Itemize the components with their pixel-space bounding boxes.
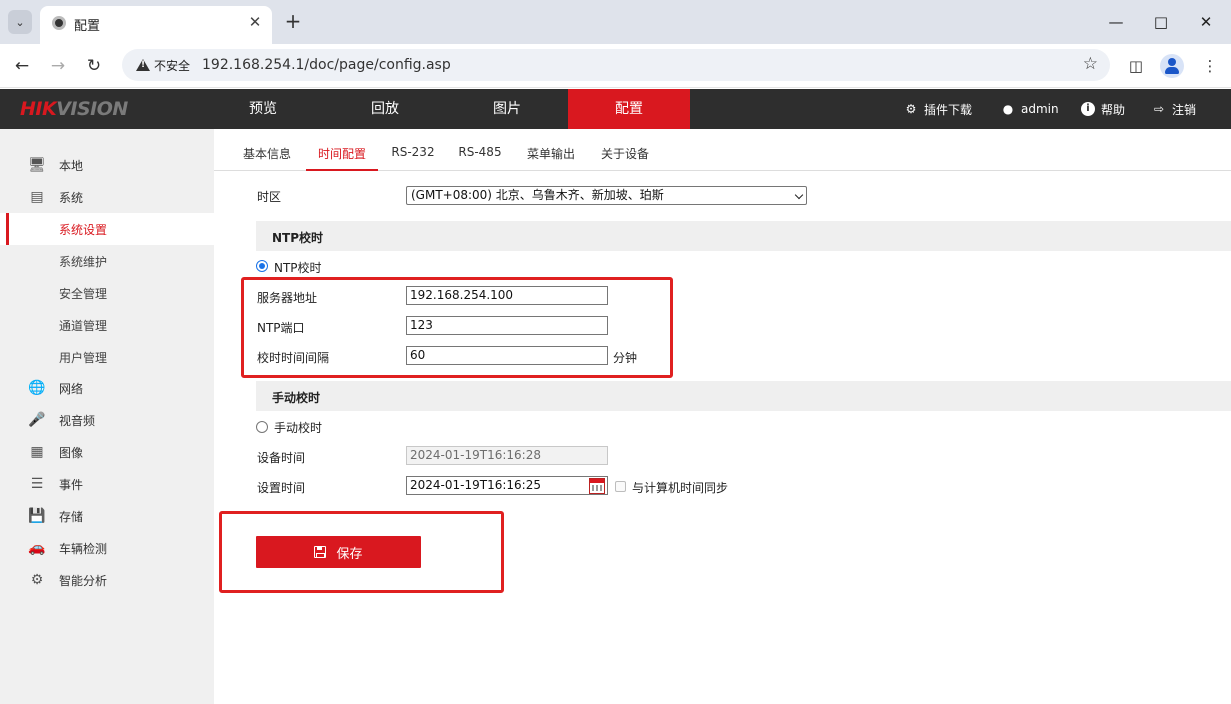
device-time-label: 设备时间 <box>257 451 306 465</box>
puzzle-icon: ⚙ <box>905 102 917 116</box>
sidebar-item-analysis[interactable]: ⚙ 智能分析 <box>0 564 214 596</box>
storage-icon: 💾 <box>28 508 46 524</box>
ntp-radio-label: NTP校时 <box>274 261 322 275</box>
url-text[interactable]: 192.168.254.1/doc/page/config.asp <box>202 57 451 73</box>
calendar-icon[interactable] <box>589 478 605 494</box>
help-label: 帮助 <box>1101 102 1126 117</box>
browser-tabbar: ⌄ 配置 ✕ + — □ ✕ <box>0 0 1231 44</box>
ntp-section-title: NTP校时 <box>272 231 324 245</box>
chevron-down-icon: ⌄ <box>15 15 25 29</box>
hikvision-logo: HIKVISION <box>20 98 128 120</box>
logout-label: 注销 <box>1172 102 1197 117</box>
info-icon: i <box>1081 102 1095 116</box>
analysis-icon: ⚙ <box>30 572 44 588</box>
chevron-down-icon <box>794 190 804 200</box>
car-icon: 🚗 <box>28 540 46 556</box>
ntp-radio[interactable] <box>256 260 268 272</box>
manual-section-header: 手动校时 <box>256 381 1231 411</box>
forward-button[interactable]: → <box>46 54 70 78</box>
app-header: HIKVISION 预览 回放 图片 配置 ⚙ 插件下载 ● admin i 帮… <box>0 89 1231 129</box>
sidebar-item-security[interactable]: 安全管理 <box>0 277 214 309</box>
manual-radio-label: 手动校时 <box>274 421 323 435</box>
manual-section-title: 手动校时 <box>272 391 321 405</box>
nav-playback[interactable]: 回放 <box>324 89 446 129</box>
sidepanel-icon[interactable]: ◫ <box>1124 54 1148 78</box>
sidebar: 🖥 本地 ▤ 系统 系统设置 系统维护 安全管理 通道管理 用户管理 🌐 网络 … <box>0 129 214 704</box>
sync-pc-checkbox[interactable] <box>615 481 626 492</box>
sidebar-item-users[interactable]: 用户管理 <box>0 341 214 373</box>
user-icon: ● <box>1002 102 1014 116</box>
reload-button[interactable]: ↻ <box>82 54 106 78</box>
sidebar-item-system-settings[interactable]: 系统设置 <box>0 213 214 245</box>
bookmark-star-icon[interactable]: ☆ <box>1083 54 1098 74</box>
sync-pc-label: 与计算机时间同步 <box>632 481 729 495</box>
profile-avatar-icon[interactable] <box>1160 54 1184 78</box>
address-bar-row: ← → ↻ 不安全 192.168.254.1/doc/page/config.… <box>0 44 1231 88</box>
sidebar-item-system-maintenance[interactable]: 系统维护 <box>0 245 214 277</box>
sidebar-item-storage[interactable]: 💾 存储 <box>0 500 214 532</box>
nav-preview[interactable]: 预览 <box>202 89 324 129</box>
new-tab-button[interactable]: + <box>282 10 304 32</box>
close-icon[interactable]: ✕ <box>246 13 264 31</box>
user-menu[interactable]: ● admin <box>1001 89 1059 129</box>
omnibox[interactable]: 不安全 192.168.254.1/doc/page/config.asp ☆ <box>122 49 1110 81</box>
tab-title: 配置 <box>74 19 101 34</box>
ntp-section-header: NTP校时 <box>256 221 1231 251</box>
plugin-download-link[interactable]: ⚙ 插件下载 <box>904 89 972 129</box>
set-time-label: 设置时间 <box>257 481 306 495</box>
sidebar-item-vehicle[interactable]: 🚗 车辆检测 <box>0 532 214 564</box>
tab-search-button[interactable]: ⌄ <box>8 10 32 34</box>
manual-radio[interactable] <box>256 421 268 433</box>
username-label: admin <box>1021 102 1059 116</box>
tab-rs485[interactable]: RS-485 <box>458 145 502 171</box>
device-time-input: 2024-01-19T16:16:28 <box>406 446 608 465</box>
sidebar-item-channel[interactable]: 通道管理 <box>0 309 214 341</box>
maximize-button[interactable]: □ <box>1149 10 1173 34</box>
sidebar-item-image[interactable]: ▦ 图像 <box>0 436 214 468</box>
nav-config[interactable]: 配置 <box>568 89 690 129</box>
warning-icon <box>136 59 150 71</box>
back-button[interactable]: ← <box>10 54 34 78</box>
sidebar-item-av[interactable]: 🎤 视音频 <box>0 404 214 436</box>
favicon-icon <box>52 16 66 30</box>
timezone-select[interactable]: (GMT+08:00) 北京、乌鲁木齐、新加坡、珀斯 <box>406 186 807 205</box>
timezone-value: (GMT+08:00) 北京、乌鲁木齐、新加坡、珀斯 <box>411 188 664 202</box>
logout-link[interactable]: ⇨ 注销 <box>1152 89 1196 129</box>
system-icon: ▤ <box>30 189 44 205</box>
security-label: 不安全 <box>154 58 191 73</box>
tab-menu-output[interactable]: 菜单输出 <box>525 145 577 171</box>
nav-picture[interactable]: 图片 <box>446 89 568 129</box>
tab-about-device[interactable]: 关于设备 <box>599 145 651 171</box>
monitor-icon: 🖥 <box>28 157 46 173</box>
tab-time-config[interactable]: 时间配置 <box>306 145 378 171</box>
mic-icon: 🎤 <box>28 412 46 428</box>
image-icon: ▦ <box>30 444 44 460</box>
globe-icon: 🌐 <box>28 380 46 396</box>
sidebar-item-local[interactable]: 🖥 本地 <box>0 149 214 181</box>
main-nav: 预览 回放 图片 配置 <box>202 89 690 129</box>
highlight-box-save <box>219 511 504 593</box>
event-icon: ☰ <box>30 476 44 492</box>
timezone-label: 时区 <box>257 190 282 204</box>
plugin-download-label: 插件下载 <box>924 102 973 117</box>
more-menu-icon[interactable]: ⋮ <box>1198 54 1222 78</box>
config-subtabs: 基本信息 时间配置 RS-232 RS-485 菜单输出 关于设备 <box>214 129 1231 171</box>
logout-icon: ⇨ <box>1153 102 1165 116</box>
help-link[interactable]: i 帮助 <box>1081 89 1125 129</box>
tab-basic-info[interactable]: 基本信息 <box>242 145 292 171</box>
security-chip[interactable]: 不安全 <box>130 55 196 75</box>
tab-rs232[interactable]: RS-232 <box>391 145 435 171</box>
window-close-button[interactable]: ✕ <box>1194 10 1218 34</box>
minimize-button[interactable]: — <box>1104 10 1128 34</box>
sidebar-item-event[interactable]: ☰ 事件 <box>0 468 214 500</box>
set-time-input[interactable]: 2024-01-19T16:16:25 <box>406 476 608 495</box>
highlight-box-ntp <box>241 277 673 378</box>
sidebar-item-system[interactable]: ▤ 系统 <box>0 181 214 213</box>
browser-tab[interactable]: 配置 ✕ <box>40 6 272 44</box>
sidebar-item-network[interactable]: 🌐 网络 <box>0 372 214 404</box>
